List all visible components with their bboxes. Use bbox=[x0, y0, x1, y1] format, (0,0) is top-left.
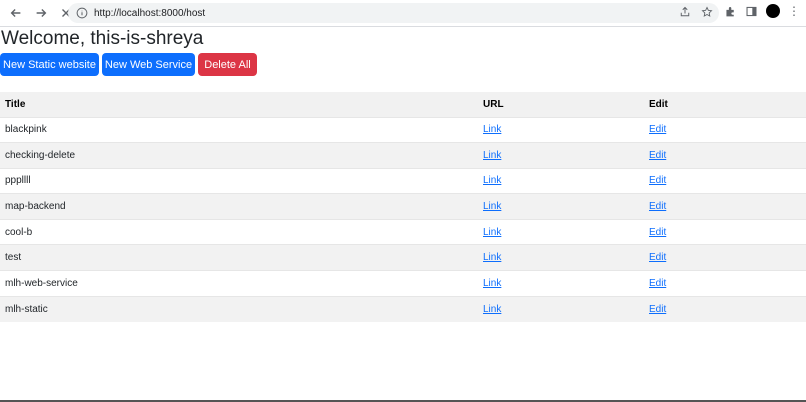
row-edit-link[interactable]: Edit bbox=[649, 227, 666, 238]
table-header-row: Title URL Edit bbox=[0, 92, 806, 117]
arrow-right-icon bbox=[36, 9, 47, 17]
table-row: cool-b Link Edit bbox=[0, 218, 806, 245]
back-button[interactable] bbox=[5, 2, 27, 24]
row-edit-link[interactable]: Edit bbox=[649, 124, 666, 135]
table-row: map-backend Link Edit bbox=[0, 193, 806, 220]
table-row: pppllll Link Edit bbox=[0, 167, 806, 194]
new-static-website-button[interactable]: New Static website bbox=[0, 53, 99, 76]
column-header-url: URL bbox=[478, 92, 644, 117]
row-url-link[interactable]: Link bbox=[483, 252, 501, 263]
row-url-link[interactable]: Link bbox=[483, 150, 501, 161]
arrow-left-icon bbox=[10, 9, 21, 17]
row-edit-link[interactable]: Edit bbox=[649, 201, 666, 212]
page-title: Welcome, this-is-shreya bbox=[1, 28, 204, 49]
forward-button[interactable] bbox=[30, 2, 52, 24]
column-header-title: Title bbox=[0, 92, 478, 117]
browser-toolbar: http://localhost:8000/host ⋮ bbox=[0, 0, 806, 27]
row-url-link[interactable]: Link bbox=[483, 175, 501, 186]
row-title: checking-delete bbox=[0, 142, 478, 169]
table-row: mlh-static Link Edit bbox=[0, 295, 806, 322]
row-title: test bbox=[0, 244, 478, 271]
row-edit-link[interactable]: Edit bbox=[649, 252, 666, 263]
row-url-link[interactable]: Link bbox=[483, 201, 501, 212]
row-title: map-backend bbox=[0, 193, 478, 220]
row-url-link[interactable]: Link bbox=[483, 227, 501, 238]
table-row: test Link Edit bbox=[0, 244, 806, 271]
new-web-service-button[interactable]: New Web Service bbox=[102, 53, 195, 76]
row-title: mlh-static bbox=[0, 295, 478, 322]
row-title: blackpink bbox=[0, 116, 478, 143]
row-url-link[interactable]: Link bbox=[483, 278, 501, 289]
row-title: mlh-web-service bbox=[0, 270, 478, 297]
url-text[interactable]: http://localhost:8000/host bbox=[94, 8, 205, 19]
row-url-link[interactable]: Link bbox=[483, 304, 501, 315]
table-row: checking-delete Link Edit bbox=[0, 142, 806, 169]
row-edit-link[interactable]: Edit bbox=[649, 175, 666, 186]
row-title: cool-b bbox=[0, 218, 478, 245]
address-bar[interactable]: http://localhost:8000/host bbox=[68, 3, 719, 23]
row-url-link[interactable]: Link bbox=[483, 124, 501, 135]
extensions-puzzle-icon[interactable] bbox=[724, 5, 737, 18]
row-title: pppllll bbox=[0, 167, 478, 194]
delete-all-button[interactable]: Delete All bbox=[198, 53, 257, 76]
row-edit-link[interactable]: Edit bbox=[649, 278, 666, 289]
info-icon[interactable] bbox=[76, 7, 88, 19]
table-row: mlh-web-service Link Edit bbox=[0, 270, 806, 297]
services-table: Title URL Edit blackpink Link Edit check… bbox=[0, 92, 806, 322]
bookmark-star-icon[interactable] bbox=[701, 6, 713, 18]
table-row: blackpink Link Edit bbox=[0, 116, 806, 143]
kebab-menu-icon[interactable]: ⋮ bbox=[788, 5, 800, 17]
row-edit-link[interactable]: Edit bbox=[649, 150, 666, 161]
row-edit-link[interactable]: Edit bbox=[649, 304, 666, 315]
share-icon[interactable] bbox=[679, 6, 691, 18]
action-buttons: New Static website New Web Service Delet… bbox=[0, 53, 260, 76]
profile-avatar[interactable] bbox=[766, 4, 780, 18]
column-header-edit: Edit bbox=[644, 92, 806, 117]
side-panel-icon[interactable] bbox=[745, 5, 758, 18]
